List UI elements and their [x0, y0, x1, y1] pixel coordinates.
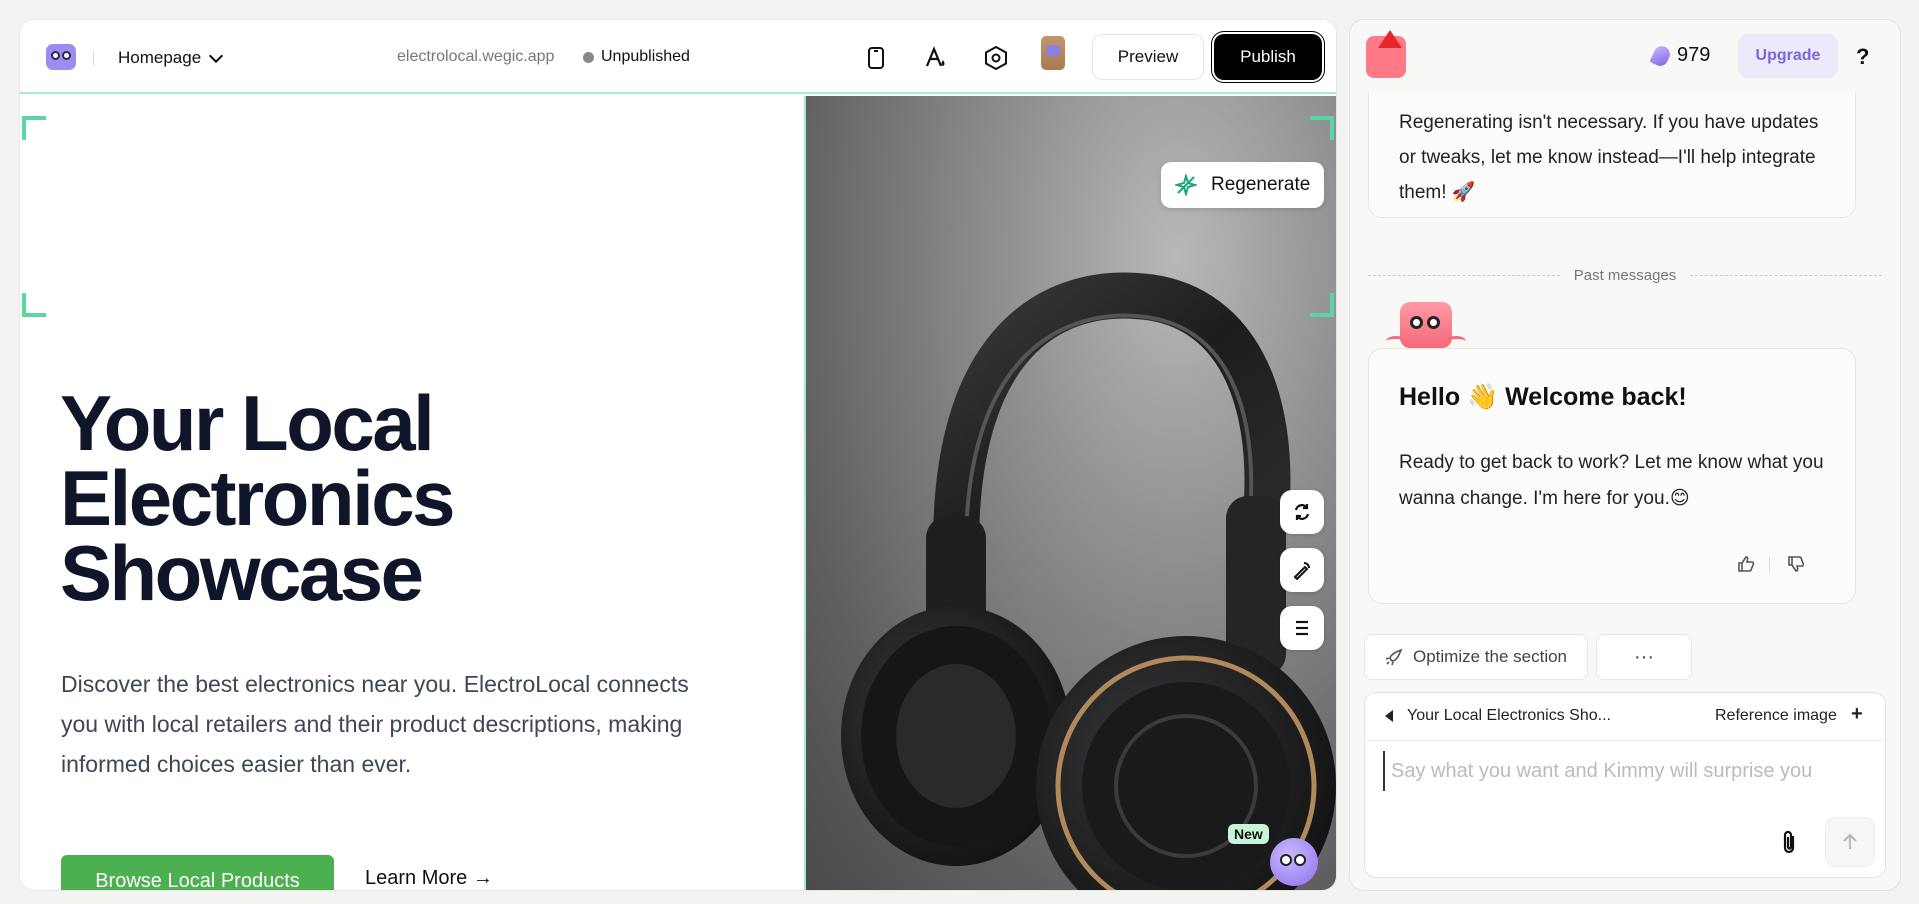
page-selector[interactable]: Homepage: [118, 45, 224, 71]
refresh-icon: [1294, 504, 1310, 520]
editor-toolbar: Homepage electrolocal.wegic.app Unpublis…: [20, 20, 1336, 94]
kimmy-avatar[interactable]: [1366, 30, 1406, 78]
edit-image-button[interactable]: [1280, 548, 1324, 592]
paperclip-icon[interactable]: [1777, 829, 1801, 857]
context-section-selector[interactable]: Your Local Electronics Sho...: [1385, 707, 1611, 725]
regenerate-button[interactable]: Regenerate: [1161, 162, 1324, 208]
divider: [1769, 557, 1770, 573]
santa-hat-icon: [1378, 30, 1402, 48]
kimmy-mascot: [1386, 302, 1466, 348]
reference-image-button[interactable]: Reference image: [1715, 707, 1837, 725]
welcome-text: Ready to get back to work? Let me know w…: [1399, 452, 1824, 509]
hero-description[interactable]: Discover the best electronics near you. …: [61, 664, 731, 784]
arrow-up-icon: [1843, 833, 1857, 849]
preview-button[interactable]: Preview: [1092, 34, 1204, 80]
thumbs-up-icon[interactable]: [1735, 553, 1757, 575]
help-icon[interactable]: ?: [1856, 44, 1869, 70]
credits-value: 979: [1677, 44, 1711, 66]
chat-panel: Regenerating isn't necessary. If you hav…: [1350, 20, 1900, 890]
chat-composer: Your Local Electronics Sho... Reference …: [1364, 692, 1886, 878]
hero-section[interactable]: Your Local Electronics Showcase Discover…: [20, 96, 1336, 890]
welcome-message-card: Hello 👋 Welcome back! Ready to get back …: [1368, 348, 1856, 604]
section-menu-button[interactable]: [1280, 606, 1324, 650]
credits-counter[interactable]: 979: [1649, 43, 1711, 68]
page-selector-label: Homepage: [118, 48, 202, 67]
context-bar: Your Local Electronics Sho... Reference …: [1365, 693, 1885, 741]
status-dot-icon: [583, 51, 594, 63]
eye-icon: [1280, 854, 1292, 866]
chat-message-text: Regenerating isn't necessary. If you hav…: [1399, 112, 1819, 203]
optimize-section-button[interactable]: Optimize the section: [1364, 634, 1588, 680]
menu-lines-icon: [1296, 620, 1308, 636]
regenerate-sparkle-icon: [1175, 174, 1197, 196]
divider: [93, 50, 94, 66]
chat-prompt-input[interactable]: [1383, 751, 1863, 791]
user-avatar[interactable]: [1041, 36, 1065, 70]
site-domain[interactable]: electrolocal.wegic.app: [397, 48, 554, 66]
headphones-illustration: [841, 272, 1336, 890]
caret-left-icon: [1385, 710, 1393, 722]
publish-status-label: Unpublished: [601, 48, 690, 65]
credit-gem-icon: [1649, 43, 1673, 68]
thumbs-down-icon[interactable]: [1785, 553, 1807, 575]
chevron-down-icon: [209, 48, 224, 63]
selection-corner: [22, 116, 46, 140]
publish-status: Unpublished: [583, 48, 690, 66]
kimmy-assistant-button[interactable]: [1270, 838, 1318, 886]
new-badge: New: [1228, 824, 1269, 844]
settings-hexagon-icon[interactable]: [982, 44, 1010, 72]
send-button[interactable]: [1825, 817, 1875, 867]
hero-title[interactable]: Your Local Electronics Showcase: [60, 384, 680, 612]
hero-text-column: Your Local Electronics Showcase Discover…: [20, 96, 804, 890]
upgrade-button[interactable]: Upgrade: [1738, 34, 1838, 78]
more-options-button[interactable]: ···: [1596, 634, 1692, 680]
welcome-heading: Hello 👋 Welcome back!: [1399, 383, 1687, 411]
chat-header: 979 Upgrade ?: [1350, 20, 1900, 92]
editor-panel: Homepage electrolocal.wegic.app Unpublis…: [20, 20, 1336, 890]
regenerate-label: Regenerate: [1211, 174, 1311, 195]
past-messages-label: Past messages: [1573, 266, 1677, 284]
mobile-view-icon[interactable]: [862, 44, 890, 72]
theme-style-icon[interactable]: [922, 44, 950, 72]
learn-more-link[interactable]: Learn More →: [365, 867, 493, 890]
wegic-logo[interactable]: [46, 44, 76, 70]
hero-headphones-image[interactable]: [804, 96, 1336, 890]
optimize-section-label: Optimize the section: [1413, 647, 1568, 666]
selection-corner: [1310, 116, 1334, 140]
selection-corner: [1310, 293, 1334, 317]
selection-corner: [22, 293, 46, 317]
rocket-icon: [1385, 648, 1403, 666]
magic-edit-icon: [1293, 562, 1310, 580]
browse-products-button[interactable]: Browse Local Products: [61, 855, 334, 890]
context-section-label: Your Local Electronics Sho...: [1407, 707, 1611, 724]
add-reference-icon[interactable]: +: [1851, 703, 1863, 726]
past-messages-divider: Past messages: [1368, 265, 1883, 285]
publish-button[interactable]: Publish: [1214, 34, 1322, 80]
eye-icon: [1294, 854, 1306, 866]
swap-image-button[interactable]: [1280, 490, 1324, 534]
